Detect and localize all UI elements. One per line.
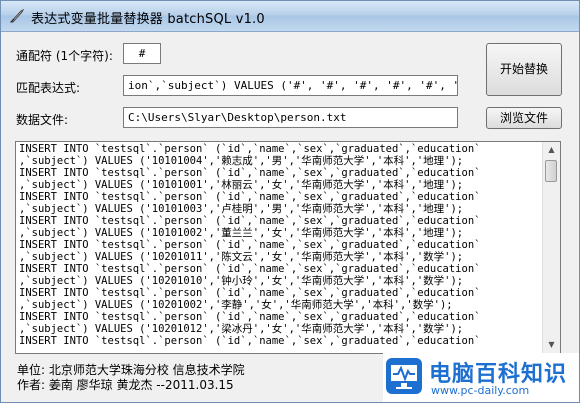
output-line: INSERT INTO `testsql`.`person` (`id`,`na… [19, 335, 481, 347]
start-replace-button[interactable]: 开始替换 [486, 43, 562, 96]
output-line: INSERT INTO `testsql`.`person` (`id`,`na… [19, 215, 481, 227]
browse-file-button[interactable]: 浏览文件 [486, 107, 562, 129]
feather-pen-icon [9, 8, 25, 23]
output-line: ,`subject`) VALUES ('10201010','钟小玲','女'… [19, 275, 464, 287]
window-title: 表达式变量批量替换器 batchSQL v1.0 [31, 12, 265, 27]
monitor-pulse-icon [386, 358, 422, 394]
scroll-up-arrow-icon[interactable]: ▲ [544, 142, 559, 158]
file-path-input[interactable]: C:\Users\Slyar\Desktop\person.txt [123, 107, 458, 128]
wildcard-input[interactable]: # [123, 43, 161, 64]
output-line: INSERT INTO `testsql`.`person` (`id`,`na… [19, 167, 481, 179]
file-label: 数据文件: [16, 113, 69, 127]
output-line: ,`subject`) VALUES ('10201012','梁冰丹','女'… [19, 323, 464, 335]
output-line: INSERT INTO `testsql`.`person` (`id`,`na… [19, 311, 481, 323]
watermark-logo: 电脑百科知识 www.pc-daily.com [383, 353, 579, 402]
output-line: INSERT INTO `testsql`.`person` (`id`,`na… [19, 287, 481, 299]
footer-author: 作者: 姜南 廖华琼 黄龙杰 --2011.03.15 [17, 378, 234, 392]
output-line: INSERT INTO `testsql`.`person` (`id`,`na… [19, 263, 481, 275]
wildcard-label: 通配符 (1个字符): [16, 49, 113, 63]
output-lines: INSERT INTO `testsql`.`person` (`id`,`na… [19, 143, 542, 347]
output-line: ,`subject`) VALUES ('10101001','林丽云','女'… [19, 179, 464, 191]
regex-input[interactable]: ion`,`subject`) VALUES ('#', '#', '#', '… [123, 75, 458, 96]
watermark-url: www.pc-daily.com [431, 384, 530, 397]
output-line: INSERT INTO `testsql`.`person` (`id`,`na… [19, 239, 481, 251]
output-line: ,`subject`) VALUES ('10101003','卢桂明','男'… [19, 203, 464, 215]
title-bar[interactable]: 表达式变量批量替换器 batchSQL v1.0 [1, 1, 579, 32]
output-line: ,`subject`) VALUES ('10101004','赖志成','男'… [19, 155, 464, 167]
scroll-down-arrow-icon[interactable]: ▼ [544, 337, 559, 353]
regex-label: 匹配表达式: [16, 81, 81, 95]
output-textarea[interactable]: INSERT INTO `testsql`.`person` (`id`,`na… [15, 141, 561, 354]
output-line: ,`subject`) VALUES ('10101002','董兰兰','女'… [19, 227, 464, 239]
output-line: ,`subject`) VALUES ('10201002','李静','女',… [19, 299, 453, 311]
vertical-scrollbar[interactable]: ▲ ▼ [542, 142, 560, 353]
output-line: INSERT INTO `testsql`.`person` (`id`,`na… [19, 143, 481, 155]
app-window: 表达式变量批量替换器 batchSQL v1.0 通配符 (1个字符): # 匹… [0, 0, 580, 403]
output-line: ,`subject`) VALUES ('10201011','陈文云','女'… [19, 251, 464, 263]
scroll-thumb[interactable] [545, 160, 557, 182]
output-line: INSERT INTO `testsql`.`person` (`id`,`na… [19, 191, 481, 203]
